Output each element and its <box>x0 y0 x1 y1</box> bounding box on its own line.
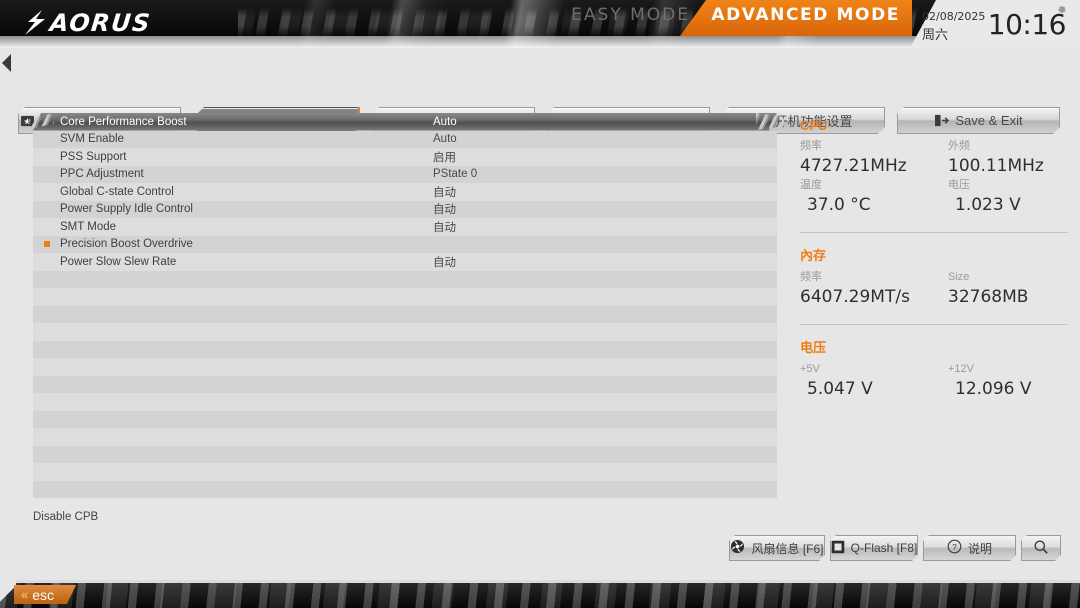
clock-weekday: 周六 <box>922 27 949 42</box>
settings-row-empty <box>33 375 777 393</box>
cpu-temp-label: 温度 <box>800 179 822 191</box>
fan-info-button[interactable]: 风扇信息 [F6] <box>729 535 825 561</box>
advanced-mode-tab[interactable]: ADVANCED MODE <box>711 5 900 25</box>
aorus-logo: AORUS <box>22 9 153 37</box>
cpu-voltage-label: 电压 <box>948 179 970 191</box>
cpu-bclk-label: 外频 <box>948 140 970 152</box>
search-button[interactable] <box>1021 535 1061 561</box>
setting-value[interactable]: Auto <box>433 133 457 145</box>
setting-label: SMT Mode <box>60 220 117 233</box>
bottom-left-corner <box>0 580 16 608</box>
voltage-section-title: 电压 <box>800 340 827 355</box>
settings-row-empty <box>33 463 777 481</box>
voltage-12v-label: +12V <box>948 363 974 375</box>
bios-advanced-mode-screen: AORUS EASY MODE ADVANCED MODE 02/08/2025… <box>0 0 1080 608</box>
settings-row[interactable]: SMT Mode 自动 <box>33 218 777 236</box>
qflash-button[interactable]: Q-Flash [F8] <box>830 535 918 561</box>
voltage-5v-label: +5V <box>800 363 820 375</box>
top-banner: AORUS EASY MODE ADVANCED MODE 02/08/2025… <box>0 0 1080 48</box>
memory-info-grid: 频率 Size 6407.29MT/s 32768MB <box>800 270 1068 308</box>
cpu-bclk-value: 100.11MHz <box>948 156 1044 176</box>
falcon-icon <box>25 10 45 35</box>
setting-label: Core Performance Boost <box>60 115 187 128</box>
setting-value[interactable]: 自动 <box>433 219 456 235</box>
settings-row-empty <box>33 445 777 463</box>
divider <box>800 324 1068 325</box>
voltage-12v-value: 12.096 V <box>955 379 1032 399</box>
memory-freq-value: 6407.29MT/s <box>800 287 910 307</box>
memory-freq-label: 频率 <box>800 271 822 283</box>
setting-value[interactable]: 自动 <box>433 201 456 217</box>
voltage-5v-value: 5.047 V <box>807 379 873 399</box>
setting-value[interactable]: Auto <box>433 116 457 128</box>
clock-time: 10:16 <box>987 8 1067 41</box>
settings-row-empty <box>33 288 777 306</box>
fan-icon <box>730 539 745 557</box>
footer-button-label: Q-Flash [F8] <box>850 541 918 555</box>
setting-label: SVM Enable <box>60 133 124 146</box>
settings-row-empty <box>33 428 777 446</box>
settings-row[interactable]: SVM Enable Auto <box>33 130 777 148</box>
setting-label: PSS Support <box>60 150 127 163</box>
hardware-info-panel: CPU 频率 外频 4727.21MHz 100.11MHz 温度 电压 37.… <box>800 118 1068 400</box>
setting-label: Global C-state Control <box>60 185 174 198</box>
cpu-info-grid: 频率 外频 4727.21MHz 100.11MHz 温度 电压 37.0 °C… <box>800 139 1068 216</box>
footer-button-label: 说明 <box>967 541 992 556</box>
chevron-left-icon: « <box>21 587 29 602</box>
settings-row-empty <box>33 323 777 341</box>
bottom-bar-highlight <box>0 580 1080 583</box>
help-text: Disable CPB <box>33 511 99 523</box>
esc-label: esc <box>32 586 55 603</box>
settings-list: Core Performance Boost Auto SVM Enable Auto… <box>33 113 777 498</box>
banner-shine <box>0 36 1053 48</box>
setting-label: Power Slow Slew Rate <box>60 255 177 268</box>
setting-value[interactable]: 自动 <box>433 184 456 200</box>
search-icon <box>1033 539 1049 558</box>
nav-left-arrow-icon <box>2 54 11 72</box>
bottom-bar-decoration <box>0 580 1080 608</box>
cpu-voltage-value: 1.023 V <box>955 195 1021 215</box>
voltage-info-grid: +5V +12V 5.047 V 12.096 V <box>800 362 1068 400</box>
settings-row[interactable]: Power Slow Slew Rate 自动 <box>33 253 777 271</box>
settings-row-empty <box>33 340 777 358</box>
settings-row[interactable]: PSS Support 启用 <box>33 148 777 166</box>
memory-size-label: Size <box>948 271 970 283</box>
memory-size-value: 32768MB <box>948 287 1029 307</box>
qflash-icon <box>831 540 845 557</box>
nav-tab-bar: 开启我的偏好页面 (F11) 频率/电压控制 设置 系统信息 开机功能设置 <box>0 48 1080 92</box>
footer-button-label: 风扇信息 [F6] <box>751 541 824 556</box>
settings-row-empty <box>33 410 777 428</box>
setting-value[interactable]: 启用 <box>433 149 456 165</box>
settings-row[interactable]: Core Performance Boost Auto <box>33 113 777 131</box>
divider <box>800 232 1068 233</box>
settings-row-empty <box>33 270 777 288</box>
settings-row-empty <box>33 358 777 376</box>
settings-row[interactable]: Precision Boost Overdrive <box>33 235 777 253</box>
setting-label: Precision Boost Overdrive <box>60 238 193 251</box>
esc-key-button[interactable]: « esc <box>14 585 76 604</box>
bottom-bar: « esc <box>0 580 1080 608</box>
svg-text:?: ? <box>952 542 957 552</box>
settings-row[interactable]: Global C-state Control 自动 <box>33 183 777 201</box>
setting-value[interactable]: 自动 <box>433 254 456 270</box>
settings-row-empty <box>33 305 777 323</box>
submenu-indicator-icon <box>44 241 50 248</box>
settings-row-empty <box>33 480 777 498</box>
cpu-temp-value: 37.0 °C <box>807 195 871 215</box>
settings-row-empty <box>33 393 777 411</box>
setting-label: PPC Adjustment <box>60 168 144 181</box>
clock-date: 02/08/2025 <box>922 10 986 23</box>
setting-value[interactable]: PState 0 <box>433 168 477 180</box>
memory-section-title: 內存 <box>800 248 827 263</box>
settings-row[interactable]: PPC Adjustment PState 0 <box>33 165 777 183</box>
help-button[interactable]: ? 说明 <box>923 535 1016 561</box>
question-icon: ? <box>947 539 962 557</box>
cpu-section-title: CPU <box>800 118 828 133</box>
easy-mode-tab[interactable]: EASY MODE <box>571 5 690 25</box>
cpu-freq-value: 4727.21MHz <box>800 156 907 176</box>
brand-text: AORUS <box>48 9 153 37</box>
cpu-freq-label: 频率 <box>800 140 822 152</box>
settings-row[interactable]: Power Supply Idle Control 自动 <box>33 200 777 218</box>
setting-label: Power Supply Idle Control <box>60 203 193 216</box>
